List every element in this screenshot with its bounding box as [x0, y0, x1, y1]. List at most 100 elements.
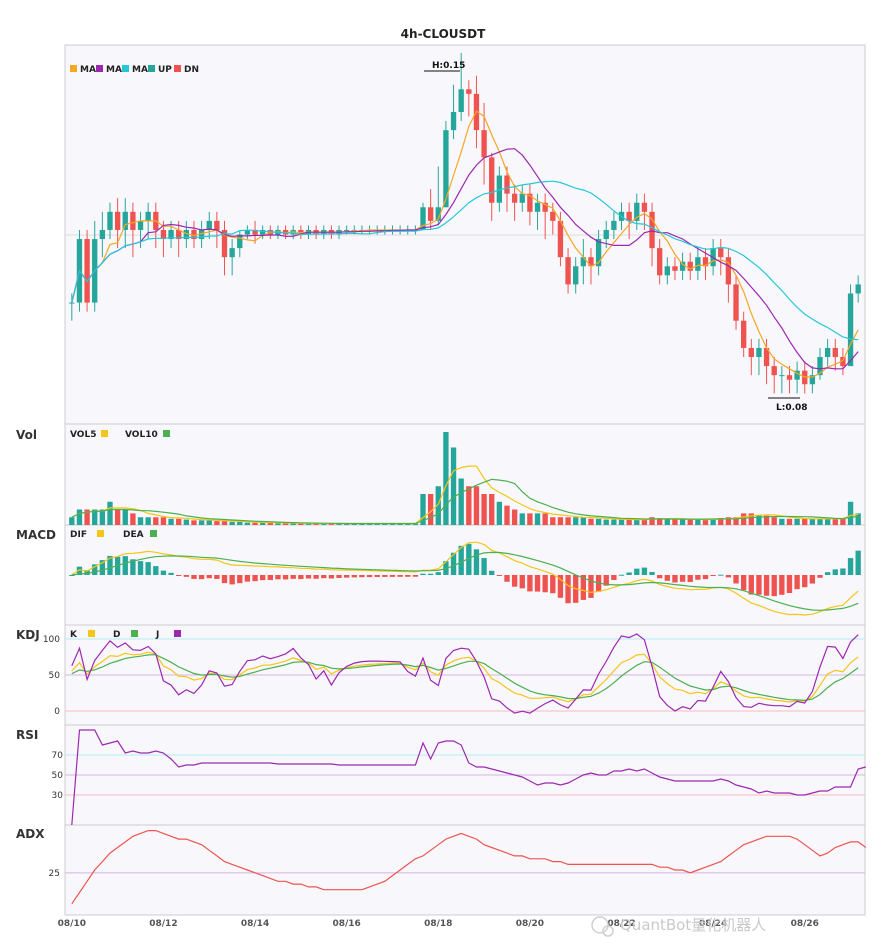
volume-bar: [588, 518, 594, 525]
main-legend-swatch: [174, 65, 181, 72]
x-tick-label: 08/18: [424, 919, 452, 929]
adx-panel-label: ADX: [16, 827, 45, 841]
macd-hist-bar: [542, 575, 548, 593]
kdj-legend-label: D: [113, 630, 120, 640]
macd-hist-bar: [710, 575, 716, 576]
volume-bar: [573, 517, 579, 525]
volume-bar: [473, 486, 480, 525]
volume-bar: [794, 518, 800, 525]
candle-body: [786, 375, 793, 380]
macd-hist-bar: [496, 575, 503, 576]
candle: [847, 284, 854, 367]
kdj-tick-label: 0: [54, 707, 60, 717]
volume-bar: [496, 501, 503, 525]
macd-hist-bar: [626, 572, 632, 575]
main-legend-swatch: [148, 65, 155, 72]
volume-bar: [443, 432, 449, 525]
macd-hist-bar: [397, 575, 403, 577]
candle-body: [557, 220, 564, 258]
volume-bar: [634, 519, 640, 525]
macd-legend-label: DIF: [70, 530, 87, 540]
main-legend-label: UP: [158, 65, 172, 75]
volume-bar: [237, 521, 243, 525]
macd-hist-bar: [832, 569, 838, 575]
candle-body: [481, 130, 487, 158]
rsi-tick-label: 50: [52, 771, 64, 781]
macd-hist-bar: [565, 575, 571, 604]
macd-hist-bar: [359, 575, 365, 578]
x-tick-label: 08/26: [791, 919, 819, 929]
macd-hist-bar: [611, 575, 617, 580]
macd-hist-bar: [298, 575, 304, 580]
vol-legend-label: VOL10: [125, 430, 158, 440]
macd-hist-bar: [191, 575, 197, 579]
candle-body: [634, 202, 640, 221]
x-tick-label: 08/16: [332, 919, 360, 929]
macd-hist-bar: [489, 570, 495, 575]
volume-bar: [618, 519, 625, 525]
macd-hist-bar: [313, 575, 319, 579]
kdj-legend-swatch: [131, 630, 138, 637]
vol-panel-label: Vol: [16, 428, 37, 442]
macd-hist-bar: [176, 575, 182, 576]
candle-body: [99, 229, 106, 240]
low-label: L:0.08: [776, 403, 808, 413]
volume-bar: [176, 518, 182, 525]
volume-bar: [69, 517, 75, 525]
candle-body: [343, 229, 350, 231]
candle-body: [69, 302, 75, 304]
macd-hist-bar: [840, 568, 846, 575]
volume-bar: [802, 518, 808, 525]
x-tick-label: 08/14: [241, 919, 269, 929]
macd-hist-bar: [756, 575, 762, 595]
rsi-tick-label: 70: [52, 751, 64, 761]
candle-body: [748, 347, 754, 358]
volume-bar: [76, 509, 83, 525]
candle-body: [145, 211, 151, 221]
volume-bar: [847, 501, 854, 525]
volume-bar: [557, 517, 564, 525]
vol-legend-swatch: [163, 430, 170, 437]
adx-tick-label: 25: [49, 869, 60, 879]
volume-bar: [817, 518, 823, 525]
volume-bar: [168, 518, 174, 525]
x-tick-label: 08/10: [58, 919, 86, 929]
volume-bar: [275, 523, 281, 525]
candle-body: [771, 366, 777, 376]
macd-hist-bar: [695, 575, 701, 580]
macd-legend-swatch: [150, 530, 157, 537]
macd-legend-swatch: [97, 530, 104, 537]
volume-bar: [229, 521, 235, 525]
candle-body: [603, 229, 609, 240]
volume-bar: [244, 522, 251, 525]
volume-bar: [603, 519, 609, 525]
candle-body: [137, 220, 144, 230]
candle-body: [107, 211, 113, 230]
volume-bar: [840, 518, 846, 525]
trading-chart: 4h-CLOUSDT Vol MACD KDJ RSI ADX 100500 7…: [16, 27, 867, 937]
macd-hist-bar: [420, 573, 426, 575]
macd-hist-bar: [206, 575, 212, 579]
candle-body: [427, 207, 434, 221]
volume-bar: [122, 509, 128, 525]
macd-hist-bar: [534, 575, 541, 592]
volume-bar: [756, 514, 762, 525]
macd-hist-bar: [702, 575, 709, 580]
macd-hist-bar: [634, 568, 640, 575]
volume-bar: [450, 447, 457, 525]
candle-body: [466, 89, 472, 94]
volume-bar: [214, 521, 220, 525]
macd-hist-bar: [427, 573, 434, 575]
volume-bar: [527, 513, 533, 525]
macd-hist-bar: [183, 575, 190, 577]
candle-body: [756, 347, 762, 358]
volume-bar: [206, 520, 212, 525]
kdj-panel-label: KDJ: [16, 628, 40, 642]
macd-hist-bar: [153, 566, 159, 575]
candle-body: [458, 89, 464, 112]
candle-body: [740, 320, 747, 348]
volume-bar: [771, 517, 777, 525]
kdj-legend-label: K: [70, 630, 78, 640]
kdj-tick-label: 50: [49, 671, 61, 681]
volume-bar: [458, 478, 464, 525]
